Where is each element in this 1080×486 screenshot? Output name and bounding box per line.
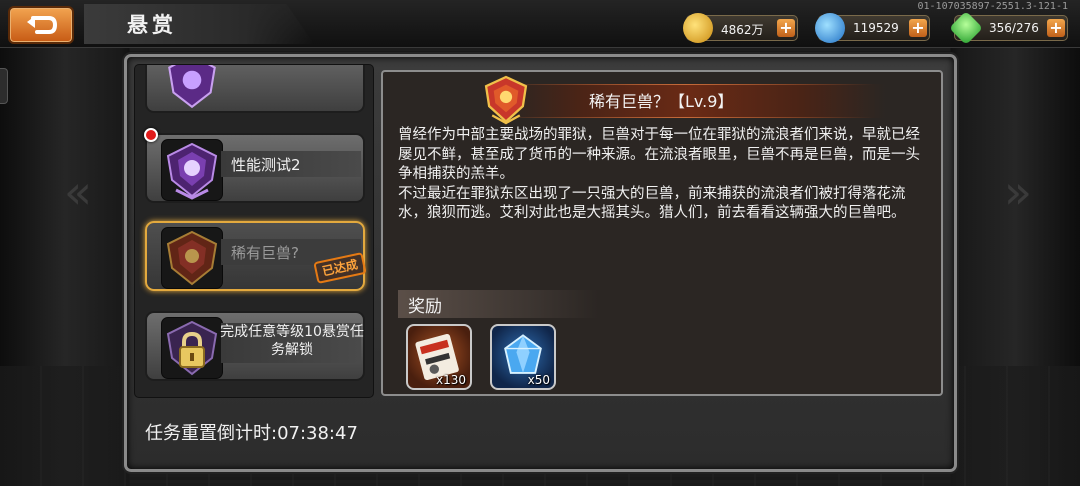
quest-card-rare-beast[interactable]: 稀有巨兽? 已达成 <box>145 221 367 291</box>
reward-item-gem[interactable]: x50 <box>490 324 556 390</box>
back-arrow-icon <box>27 16 58 34</box>
gold-value: 4862万 <box>721 23 764 37</box>
quest-description: 曾经作为中部主要战场的罪狱，巨兽对于每一位在罪狱的流浪者们来说，早就已经屡见不鲜… <box>398 127 920 221</box>
quest-emblem-box <box>161 65 223 111</box>
quest-label: 性能测试2 <box>231 156 301 174</box>
reset-countdown: 任务重置倒计时:07:38:47 <box>145 423 358 444</box>
red-gold-emblem-icon <box>166 230 218 286</box>
gold-coin-icon <box>683 13 713 43</box>
crystal-value: 119529 <box>853 21 899 35</box>
gold-counter: 4862万 + <box>683 13 798 43</box>
quest-card-locked[interactable]: 完成任意等级10悬赏任务解锁 <box>145 311 365 381</box>
right-chevron-decoration-icon: » <box>1003 165 1033 219</box>
red-gold-emblem-icon <box>484 75 528 125</box>
quest-emblem-box <box>161 227 223 289</box>
lock-icon <box>166 320 218 376</box>
page-title: 悬赏 <box>127 13 177 37</box>
quest-detail-title: 稀有巨兽？【Lv.9】 <box>589 92 734 111</box>
energy-value: 356/276 <box>989 21 1039 35</box>
energy-counter: 356/276 + <box>949 11 1068 45</box>
top-bar: 悬赏 01-107035897-2551.3-121-1 4862万 + 119… <box>0 0 1080 48</box>
back-button[interactable] <box>8 6 74 44</box>
purple-emblem-icon <box>166 142 218 200</box>
quest-emblem-box <box>161 139 223 201</box>
quest-card-performance-test[interactable]: 性能测试2 <box>145 133 365 203</box>
reward-qty: x50 <box>527 373 550 387</box>
add-gold-button[interactable]: + <box>777 19 795 37</box>
reward-item-coupon[interactable]: x130 <box>406 324 472 390</box>
quest-list[interactable]: 性能测试2 稀有巨兽? 已达成 完成任意等级10悬赏任务解锁 <box>134 64 374 398</box>
title-plate <box>84 4 314 44</box>
blue-crystal-icon <box>815 13 845 43</box>
quest-card-1[interactable] <box>145 65 365 113</box>
quest-emblem-box <box>161 317 223 379</box>
quest-label: 完成任意等级10悬赏任务解锁 <box>220 324 364 358</box>
rewards-label: 奖励 <box>408 297 442 317</box>
new-notification-dot <box>144 128 158 142</box>
left-chevron-decoration-icon: « <box>63 165 93 219</box>
build-id: 01-107035897-2551.3-121-1 <box>917 1 1068 12</box>
add-crystal-button[interactable]: + <box>909 19 927 37</box>
purple-emblem-icon <box>168 65 216 109</box>
quest-detail-panel: 稀有巨兽？【Lv.9】 曾经作为中部主要战场的罪狱，巨兽对于每一位在罪狱的流浪者… <box>381 70 943 396</box>
green-energy-icon <box>949 11 983 45</box>
reward-qty: x130 <box>435 373 466 387</box>
quest-label: 稀有巨兽? <box>231 244 299 262</box>
add-energy-button[interactable]: + <box>1047 19 1065 37</box>
side-drawer-handle[interactable] <box>0 68 8 104</box>
crystal-counter: 119529 + <box>815 13 930 43</box>
